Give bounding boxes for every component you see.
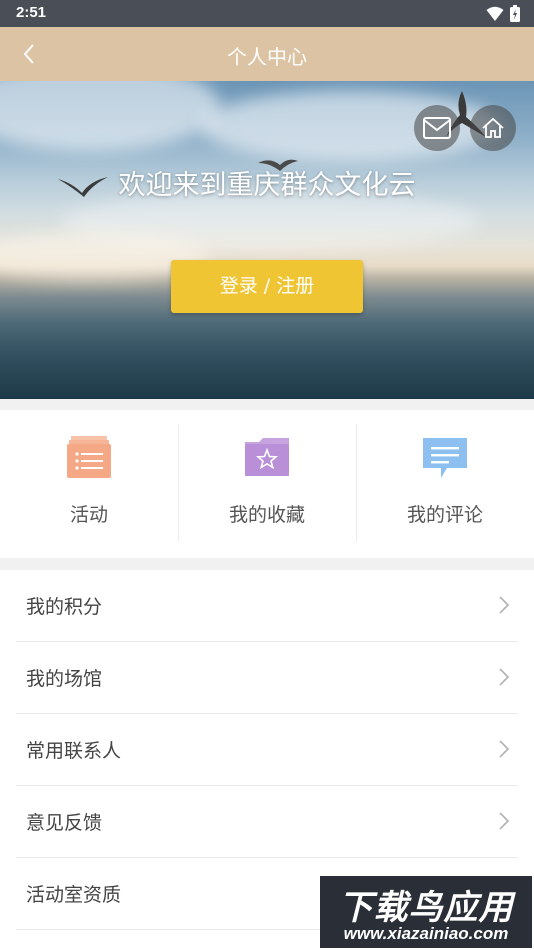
watermark-title: 下载鸟应用 [338,888,514,928]
menu-item-feedback[interactable]: 意见反馈 [16,786,518,858]
chevron-right-icon [499,740,510,758]
mail-icon [423,117,451,139]
menu-label: 我的场馆 [26,668,103,690]
login-register-button[interactable]: 登录 / 注册 [171,260,363,313]
favorites-folder-icon [245,438,289,476]
status-bar: 2:51 [0,0,534,27]
battery-icon [510,5,520,22]
wifi-icon [486,6,504,21]
status-time: 2:51 [16,4,47,21]
hero-banner: 欢迎来到重庆群众文化云 登录 / 注册 [0,81,534,399]
menu-label: 意见反馈 [26,812,103,834]
activity-list-icon [67,436,111,478]
menu-label: 活动室资质 [26,884,122,906]
status-icons [486,5,520,22]
menu-item-venues[interactable]: 我的场馆 [16,642,518,714]
chevron-right-icon [499,668,510,686]
quick-label-favorites: 我的收藏 [228,504,305,526]
chevron-right-icon [499,812,510,830]
home-button[interactable] [470,105,516,151]
watermark-logo: 下载鸟应用 www.xiazainiao.com [320,876,532,948]
watermark-url: www.xiazainiao.com [343,924,509,943]
quick-item-favorites[interactable]: 我的收藏 [178,410,356,558]
welcome-text: 欢迎来到重庆群众文化云 [118,170,416,201]
quick-actions: 活动 我的收藏 我的评论 [0,410,534,558]
quick-item-activity[interactable]: 活动 [0,410,178,558]
menu-item-contacts[interactable]: 常用联系人 [16,714,518,786]
quick-label-comments: 我的评论 [406,504,483,526]
menu-item-points[interactable]: 我的积分 [16,570,518,642]
quick-label-activity: 活动 [69,504,108,526]
chevron-right-icon [499,596,510,614]
title-bar: 个人中心 [0,27,534,81]
menu-label: 我的积分 [26,596,103,618]
comment-bubble-icon [423,438,467,478]
quick-item-comments[interactable]: 我的评论 [356,410,534,558]
page-title: 个人中心 [227,45,307,69]
menu-label: 常用联系人 [26,740,122,762]
home-icon [482,117,504,138]
messages-button[interactable] [414,105,460,151]
